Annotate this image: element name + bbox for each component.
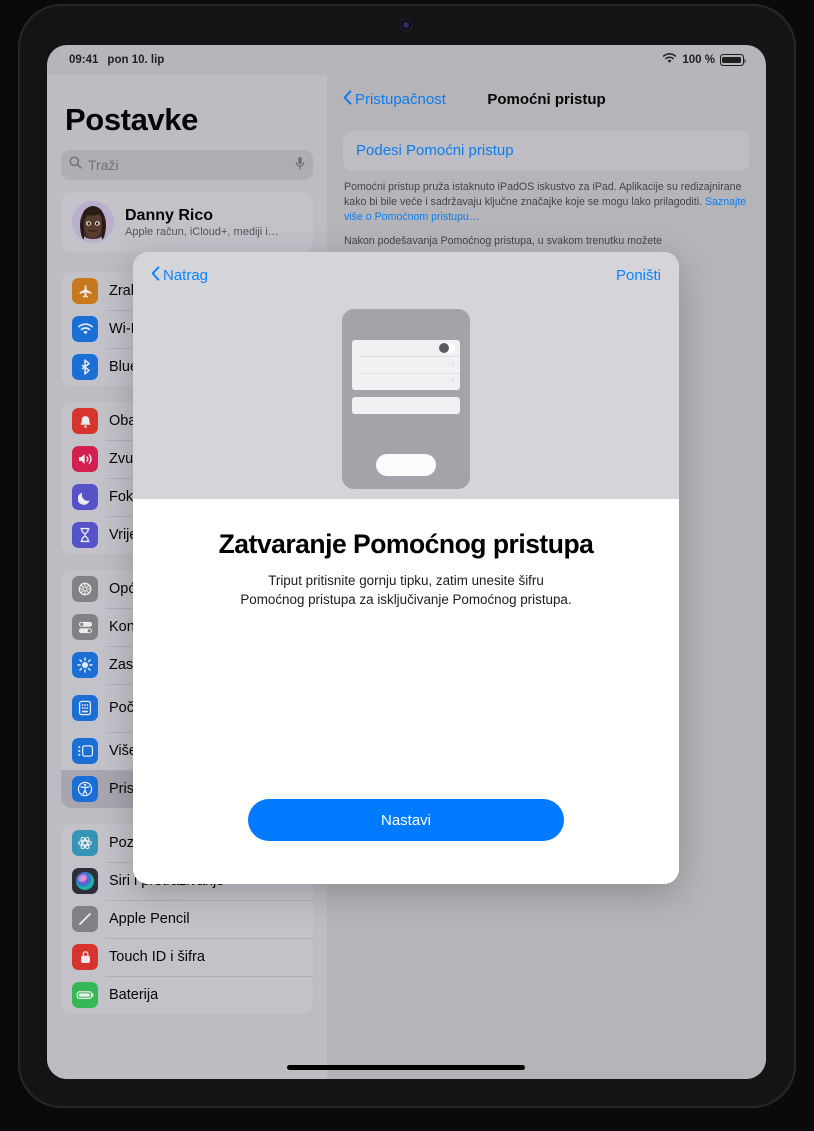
ipad-illustration: › › xyxy=(342,308,470,489)
toggle-switch-icon xyxy=(439,342,455,353)
device-frame: 09:41 pon 10. lip 100 % Postavke Traži D… xyxy=(0,0,814,1131)
modal-heading: Zatvaranje Pomoćnog pristupa xyxy=(218,529,594,559)
ipad-screen: 09:41 pon 10. lip 100 % Postavke Traži D… xyxy=(47,45,766,1079)
chevron-left-icon xyxy=(151,265,160,285)
front-camera-lens xyxy=(403,22,409,28)
illustration-secondary-row xyxy=(352,396,460,414)
illustration-settings-list: › › xyxy=(352,339,460,390)
modal-cta-wrap: Nastavi xyxy=(248,799,564,841)
illustration-button xyxy=(376,453,436,476)
chevron-right-icon: › xyxy=(452,377,454,384)
modal-illustration: › › xyxy=(133,298,679,499)
illustration-chevron-row: › xyxy=(352,372,460,390)
modal-cancel-button[interactable]: Poništi xyxy=(616,267,661,284)
chevron-right-icon: › xyxy=(452,361,454,368)
continue-button[interactable]: Nastavi xyxy=(248,799,564,841)
illustration-toggle-row xyxy=(352,340,460,357)
assistive-access-modal: Natrag Poništi › › Zatvaranje Pomoćnog p… xyxy=(133,252,679,884)
modal-description-line-2: Pomoćnog pristupa za isključivanje Pomoć… xyxy=(240,592,572,608)
home-indicator[interactable] xyxy=(287,1065,525,1070)
modal-description-line-1: Triput pritisnite gornju tipku, zatim un… xyxy=(268,573,544,588)
modal-back-label: Natrag xyxy=(163,266,209,284)
modal-description: Triput pritisnite gornju tipku, zatim un… xyxy=(173,571,639,610)
modal-body: Zatvaranje Pomoćnog pristupa Triput prit… xyxy=(133,499,679,610)
modal-nav-bar: Natrag Poništi xyxy=(133,252,679,298)
illustration-chevron-row: › xyxy=(352,356,460,373)
modal-back-button[interactable]: Natrag xyxy=(151,265,209,285)
